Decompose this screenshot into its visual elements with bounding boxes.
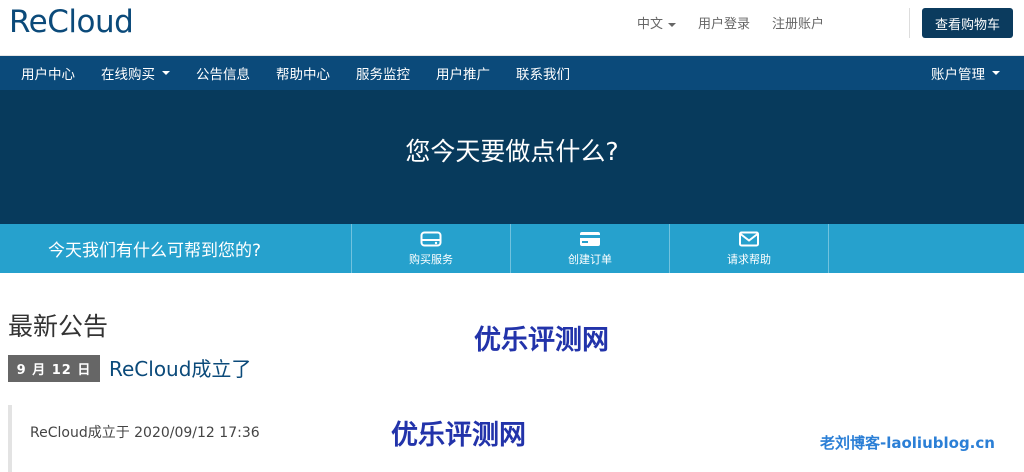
date-badge: 9 月 12 日 xyxy=(8,355,100,382)
nav-item-user-center[interactable]: 用户中心 xyxy=(0,56,88,90)
help-prompt: 今天我们有什么可帮到您的? xyxy=(0,224,352,273)
nav-item-account[interactable]: 账户管理 xyxy=(918,56,1024,90)
nav-item-announcements[interactable]: 公告信息 xyxy=(183,56,263,90)
main-nav: 用户中心 在线购买 公告信息 帮助中心 服务监控 用户推广 联系我们 账户管理 xyxy=(0,56,1024,90)
register-link[interactable]: 注册账户 xyxy=(772,13,824,32)
request-help-label: 请求帮助 xyxy=(727,252,771,266)
top-links: 中文 用户登录 注册账户 xyxy=(637,13,824,32)
nav-item-buy-online[interactable]: 在线购买 xyxy=(88,56,183,90)
chevron-down-icon xyxy=(992,71,1000,75)
buy-service-button[interactable]: 购买服务 xyxy=(352,224,511,273)
chevron-down-icon xyxy=(162,71,170,75)
nav-item-service-monitor[interactable]: 服务监控 xyxy=(343,56,423,90)
language-label: 中文 xyxy=(636,17,663,32)
watermark-text: 老刘博客-laoliublog.cn xyxy=(820,434,995,452)
view-cart-button[interactable]: 查看购物车 xyxy=(922,8,1013,38)
credit-card-icon xyxy=(580,231,600,246)
request-help-button[interactable]: 请求帮助 xyxy=(670,224,829,273)
chevron-down-icon xyxy=(667,22,676,27)
watermark-text: 优乐评测网 xyxy=(474,325,609,356)
header-divider xyxy=(909,8,910,38)
language-selector[interactable]: 中文 xyxy=(637,13,676,32)
announcement-title-link[interactable]: ReCloud成立了 xyxy=(109,353,251,382)
nav-item-account-label: 账户管理 xyxy=(931,67,985,83)
logo[interactable]: ReCloud xyxy=(9,4,134,40)
announcements-heading: 最新公告 xyxy=(8,312,109,341)
nav-item-help-center[interactable]: 帮助中心 xyxy=(263,56,343,90)
action-strip: 今天我们有什么可帮到您的? 购买服务 创建订单 请求帮助 xyxy=(0,224,1024,273)
buy-service-label: 购买服务 xyxy=(409,252,453,266)
hero-banner: 您今天要做点什么? xyxy=(0,90,1024,224)
envelope-icon xyxy=(739,231,759,246)
nav-item-contact[interactable]: 联系我们 xyxy=(503,56,583,90)
create-order-button[interactable]: 创建订单 xyxy=(511,224,670,273)
strip-blank-cell xyxy=(829,224,1024,273)
server-icon xyxy=(420,231,442,246)
hero-title: 您今天要做点什么? xyxy=(405,137,619,166)
announcement-text: ReCloud成立于 2020/09/12 17:36 xyxy=(30,425,260,441)
watermark-text: 优乐评测网 xyxy=(391,420,526,451)
create-order-label: 创建订单 xyxy=(568,252,612,266)
nav-item-affiliate[interactable]: 用户推广 xyxy=(423,56,503,90)
nav-item-buy-online-label: 在线购买 xyxy=(101,67,155,83)
top-header: ReCloud 中文 用户登录 注册账户 查看购物车 xyxy=(0,0,1024,56)
login-link[interactable]: 用户登录 xyxy=(698,13,750,32)
